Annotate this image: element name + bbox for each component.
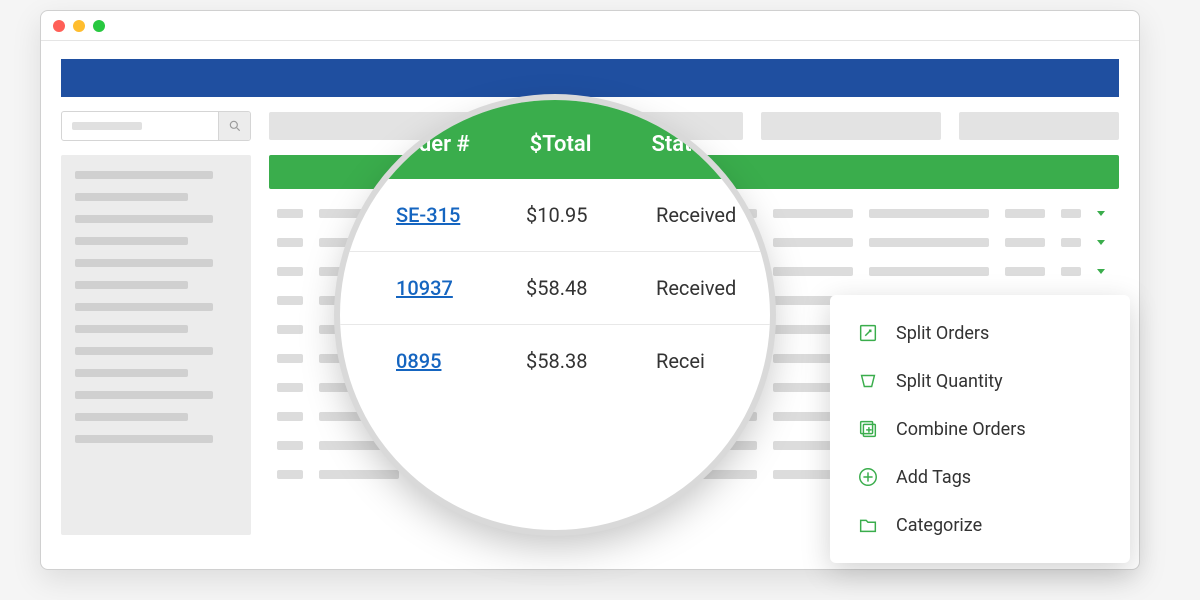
order-status: Received	[656, 203, 736, 227]
sidebar-item[interactable]	[75, 193, 188, 201]
chevron-down-icon[interactable]	[1097, 211, 1105, 216]
split-orders-icon	[856, 321, 880, 345]
combine-orders-icon	[856, 417, 880, 441]
menu-add-tags[interactable]: Add Tags	[830, 453, 1130, 501]
sidebar-item[interactable]	[75, 237, 188, 245]
zoom-row: 0895 $58.38 Recei	[340, 324, 770, 397]
menu-item-label: Combine Orders	[896, 419, 1026, 440]
sidebar-item[interactable]	[75, 171, 213, 179]
menu-item-label: Add Tags	[896, 467, 971, 488]
order-total: $10.95	[526, 203, 606, 227]
search-input[interactable]	[62, 122, 218, 130]
context-menu: Split Orders Split Quantity Combine Orde…	[830, 295, 1130, 563]
chevron-down-icon[interactable]	[1097, 240, 1105, 245]
zoom-table-body: SE-315 $10.95 Received 10937 $58.48 Rece…	[340, 179, 770, 397]
chevron-down-icon[interactable]	[1097, 269, 1105, 274]
menu-categorize[interactable]: Categorize	[830, 501, 1130, 549]
zoom-row: SE-315 $10.95 Received	[340, 179, 770, 251]
filters-sidebar	[61, 155, 251, 535]
order-link[interactable]: 0895	[396, 349, 476, 373]
add-tags-icon	[856, 465, 880, 489]
top-nav-bar	[61, 59, 1119, 97]
window-maximize-icon[interactable]	[93, 20, 105, 32]
menu-split-orders[interactable]: Split Orders	[830, 309, 1130, 357]
search-button[interactable]	[218, 111, 250, 141]
zoom-row: 10937 $58.48 Received	[340, 251, 770, 324]
menu-combine-orders[interactable]: Combine Orders	[830, 405, 1130, 453]
zoom-lens: Order # $Total Status SE-315 $10.95 Rece…	[340, 100, 770, 530]
sidebar-item[interactable]	[75, 303, 213, 311]
sidebar-item[interactable]	[75, 281, 188, 289]
window-minimize-icon[interactable]	[73, 20, 85, 32]
col-total-header: $Total	[530, 132, 592, 157]
order-link[interactable]: SE-315	[396, 203, 476, 227]
sidebar-item[interactable]	[75, 347, 213, 355]
sidebar-item[interactable]	[75, 391, 213, 399]
categorize-icon	[856, 513, 880, 537]
order-status: Recei	[656, 349, 705, 373]
menu-item-label: Split Quantity	[896, 371, 1003, 392]
sidebar-item[interactable]	[75, 215, 213, 223]
sidebar-item[interactable]	[75, 259, 213, 267]
order-link[interactable]: 10937	[396, 276, 476, 300]
sidebar-item[interactable]	[75, 325, 188, 333]
window-titlebar	[41, 11, 1139, 41]
menu-item-label: Categorize	[896, 515, 982, 536]
sidebar-item[interactable]	[75, 369, 188, 377]
sidebar-item[interactable]	[75, 413, 188, 421]
menu-split-quantity[interactable]: Split Quantity	[830, 357, 1130, 405]
search-icon	[228, 119, 242, 133]
toolbar-placeholder	[761, 112, 941, 140]
menu-item-label: Split Orders	[896, 323, 989, 344]
search-field-wrap	[61, 111, 251, 141]
window-close-icon[interactable]	[53, 20, 65, 32]
sidebar-item[interactable]	[75, 435, 213, 443]
split-quantity-icon	[856, 369, 880, 393]
order-total: $58.38	[526, 349, 606, 373]
order-total: $58.48	[526, 276, 606, 300]
search-placeholder	[72, 122, 142, 130]
order-status: Received	[656, 276, 736, 300]
toolbar-placeholder	[959, 112, 1119, 140]
